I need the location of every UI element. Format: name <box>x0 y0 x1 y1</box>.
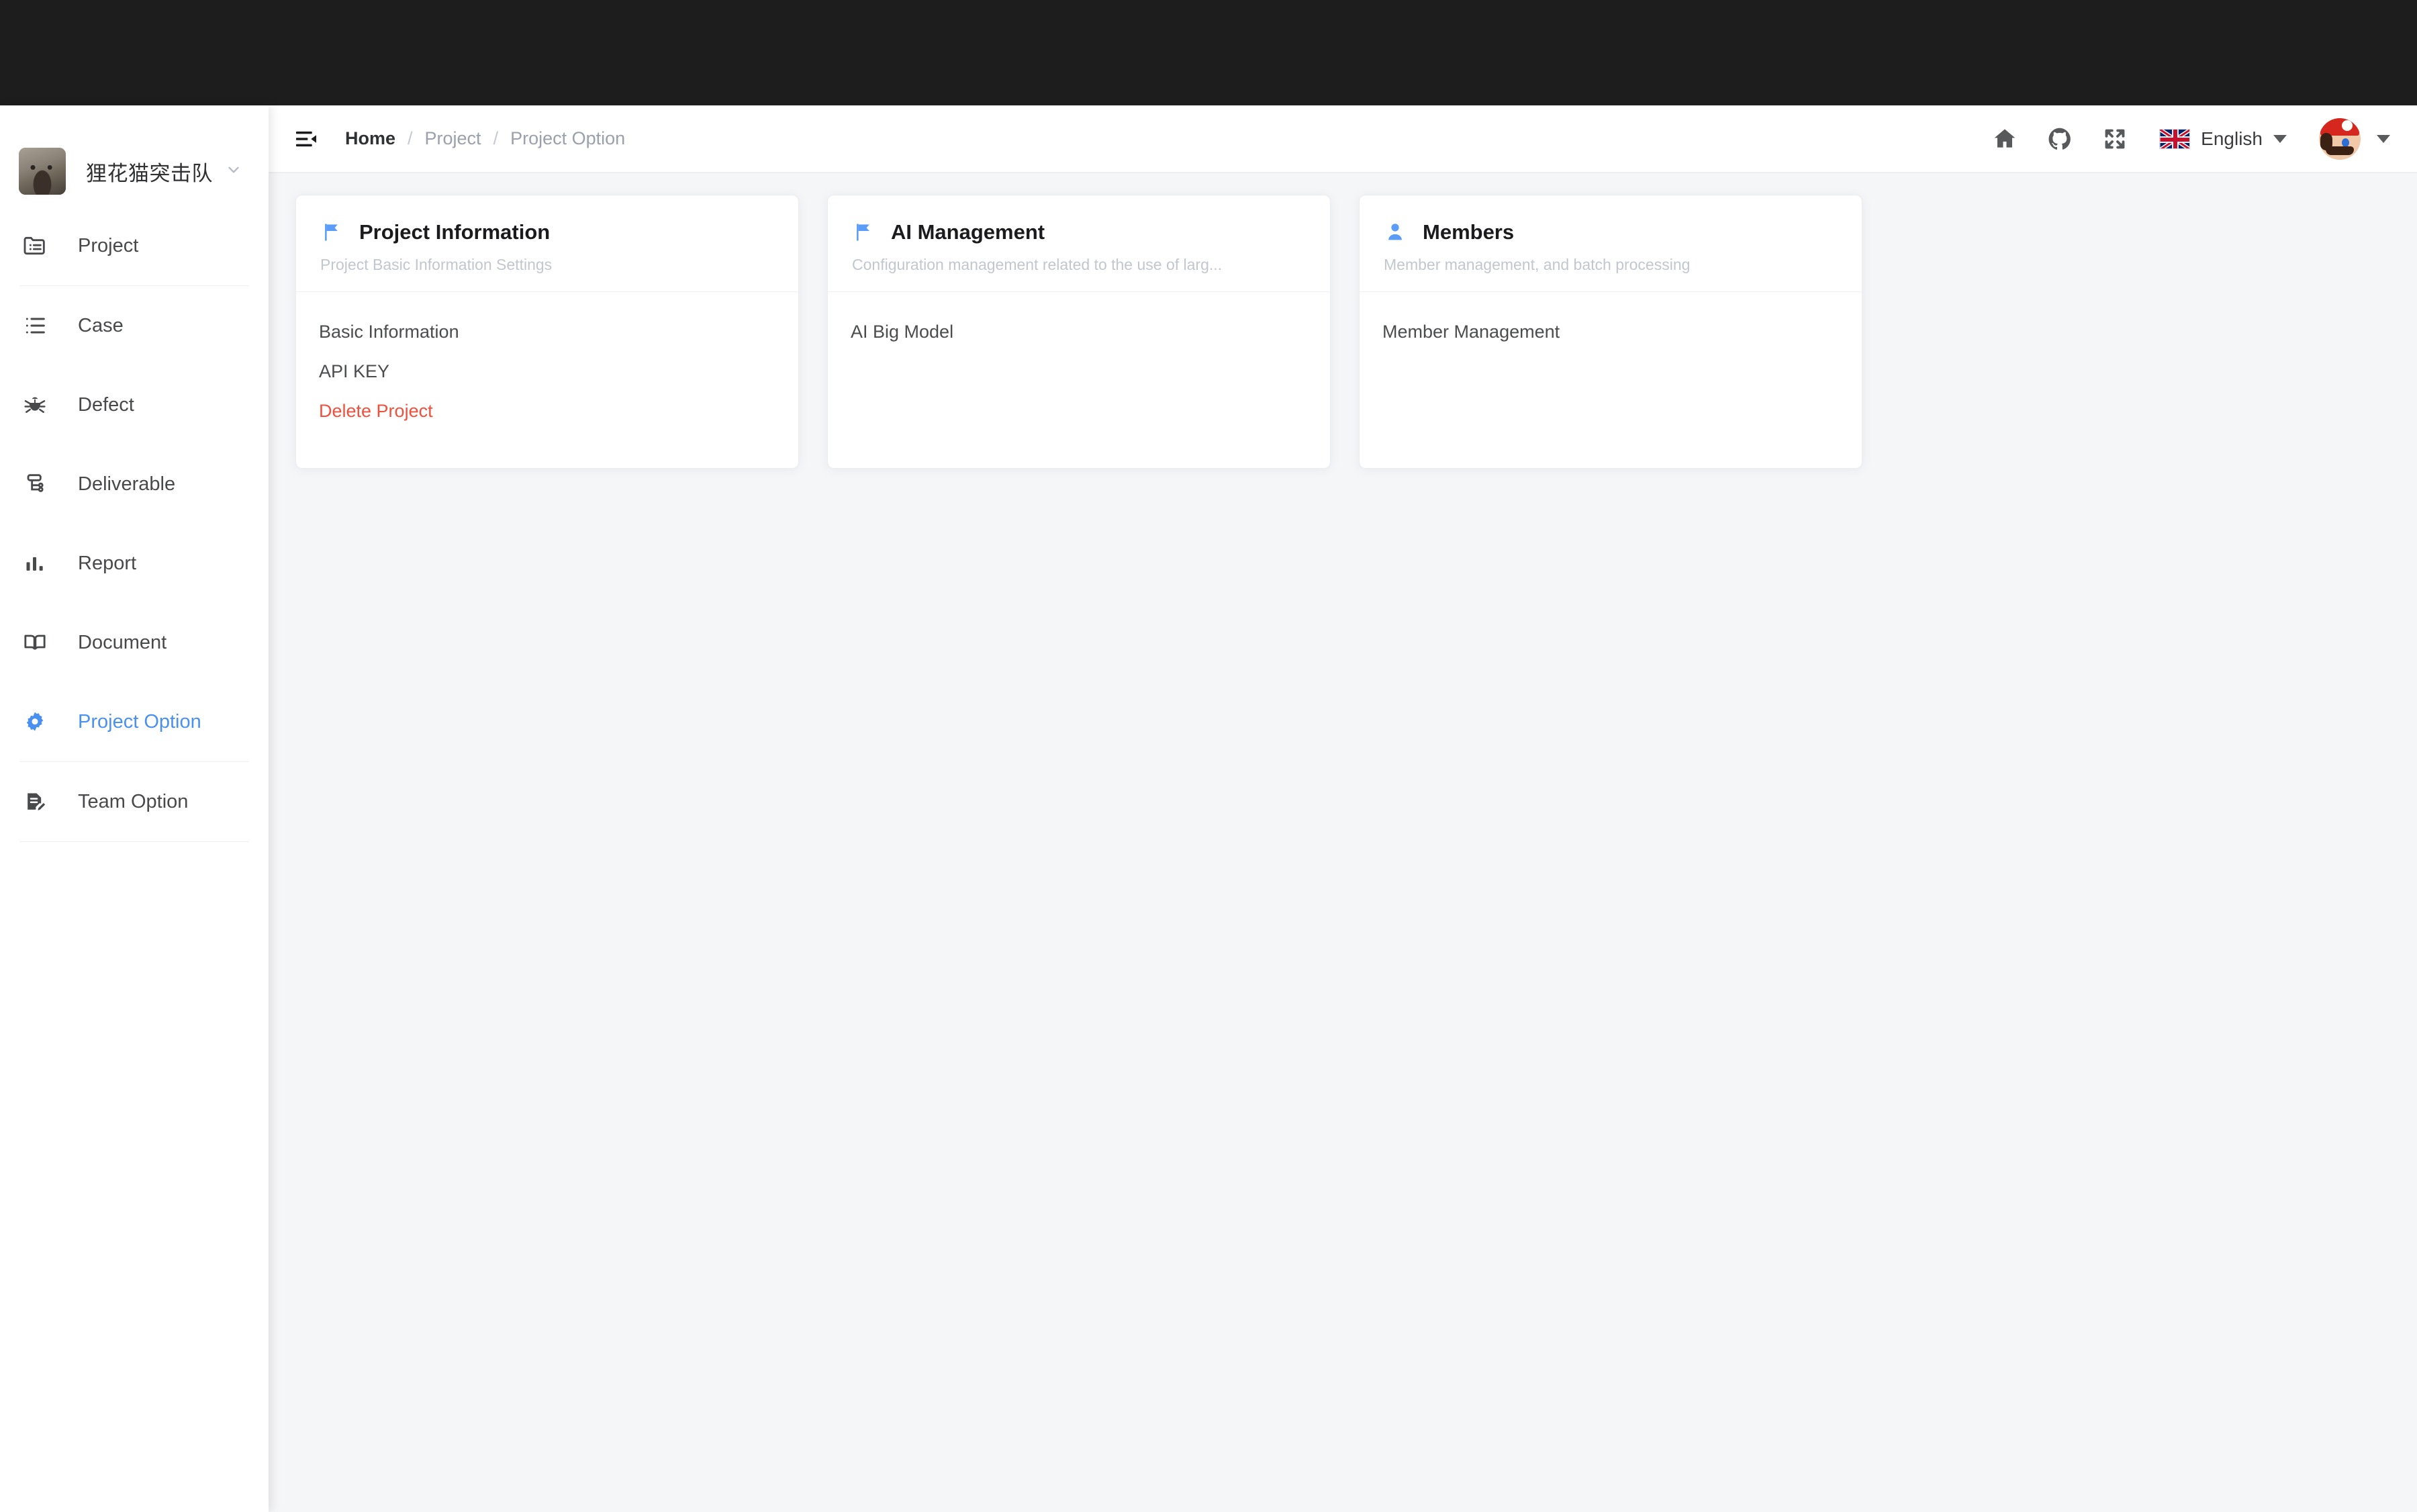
fullscreen-icon[interactable] <box>2095 119 2135 159</box>
team-name: 狸花猫突击队 <box>86 161 213 185</box>
card-subtitle: Member management, and batch processing <box>1384 256 1691 273</box>
menu-fold-icon[interactable] <box>289 122 324 156</box>
card-link-api-key[interactable]: API KEY <box>319 352 775 391</box>
bug-icon <box>20 390 50 420</box>
card-link-basic-information[interactable]: Basic Information <box>319 312 775 352</box>
breadcrumb-item-project-option[interactable]: Project Option <box>510 128 625 149</box>
sidebar-divider-end <box>20 841 248 842</box>
github-icon[interactable] <box>2040 119 2080 159</box>
folder-list-icon <box>20 231 50 261</box>
content-area: Project Information Project Basic Inform… <box>269 173 2417 1512</box>
card-link-ai-big-model[interactable]: AI Big Model <box>851 312 1307 352</box>
option-cards: Project Information Project Basic Inform… <box>295 195 2417 469</box>
card-title: Members <box>1423 220 1515 244</box>
sidebar-item-deliverable[interactable]: Deliverable <box>0 444 269 524</box>
sidebar: 狸花猫突击队 Project Case Defect Deliverable R… <box>0 105 269 1512</box>
chevron-down-icon[interactable] <box>225 161 242 181</box>
sidebar-item-label: Case <box>78 314 124 336</box>
user-menu[interactable] <box>2319 117 2390 160</box>
sidebar-item-label: Project <box>78 234 139 256</box>
breadcrumb-separator: / <box>408 128 413 148</box>
bar-chart-icon <box>20 549 50 578</box>
sidebar-item-label: Team Option <box>78 790 189 812</box>
top-header: Home / Project / Project Option English <box>269 105 2417 173</box>
sidebar-item-label: Document <box>78 631 167 653</box>
caret-down-icon <box>2273 134 2287 143</box>
flag-icon <box>851 220 876 245</box>
card-project-information: Project Information Project Basic Inform… <box>295 195 799 469</box>
sidebar-item-team-option[interactable]: Team Option <box>0 762 269 841</box>
language-selector[interactable]: English <box>2159 128 2287 150</box>
sidebar-item-report[interactable]: Report <box>0 524 269 603</box>
team-avatar <box>19 148 66 195</box>
card-header: Members Member management, and batch pro… <box>1360 195 1862 292</box>
sidebar-item-label: Defect <box>78 393 134 416</box>
card-body: Basic Information API KEY Delete Project <box>296 292 798 468</box>
ordered-list-icon <box>20 311 50 340</box>
breadcrumb: Home / Project / Project Option <box>345 128 625 149</box>
user-icon <box>1382 220 1408 245</box>
card-subtitle: Configuration management related to the … <box>852 256 1223 273</box>
card-body: AI Big Model <box>828 292 1330 468</box>
card-ai-management: AI Management Configuration management r… <box>827 195 1331 469</box>
home-icon[interactable] <box>1985 119 2025 159</box>
card-link-delete-project[interactable]: Delete Project <box>319 391 775 431</box>
breadcrumb-item-project[interactable]: Project <box>425 128 481 149</box>
partition-tree-icon <box>20 469 50 499</box>
sidebar-item-case[interactable]: Case <box>0 286 269 365</box>
card-header: Project Information Project Basic Inform… <box>296 195 798 292</box>
team-switcher[interactable]: 狸花猫突击队 <box>0 105 269 206</box>
avatar <box>2319 117 2361 160</box>
sidebar-item-label: Project Option <box>78 710 201 733</box>
open-book-icon <box>20 628 50 657</box>
sidebar-item-project-option[interactable]: Project Option <box>0 682 269 761</box>
uk-flag-icon <box>2159 128 2191 149</box>
file-edit-icon <box>20 787 50 816</box>
sidebar-item-label: Report <box>78 552 137 574</box>
window-chrome-bar <box>0 0 2417 105</box>
language-label: English <box>2201 128 2263 149</box>
caret-down-icon <box>2377 134 2390 143</box>
main-area: Home / Project / Project Option English … <box>269 105 2417 1512</box>
card-body: Member Management <box>1360 292 1862 468</box>
breadcrumb-item-home[interactable]: Home <box>345 128 395 149</box>
card-subtitle: Project Basic Information Settings <box>320 256 553 273</box>
sidebar-item-document[interactable]: Document <box>0 603 269 682</box>
card-header: AI Management Configuration management r… <box>828 195 1330 292</box>
gear-icon <box>20 707 50 737</box>
flag-icon <box>319 220 344 245</box>
breadcrumb-separator: / <box>493 128 499 148</box>
card-members: Members Member management, and batch pro… <box>1359 195 1862 469</box>
sidebar-item-label: Deliverable <box>78 473 176 495</box>
header-actions: English <box>1970 117 2390 160</box>
card-title: AI Management <box>891 220 1045 244</box>
card-title: Project Information <box>359 220 551 244</box>
sidebar-nav: Project Case Defect Deliverable Report D… <box>0 206 269 842</box>
sidebar-item-project[interactable]: Project <box>0 206 269 285</box>
card-link-member-management[interactable]: Member Management <box>1382 312 1839 352</box>
sidebar-item-defect[interactable]: Defect <box>0 365 269 444</box>
